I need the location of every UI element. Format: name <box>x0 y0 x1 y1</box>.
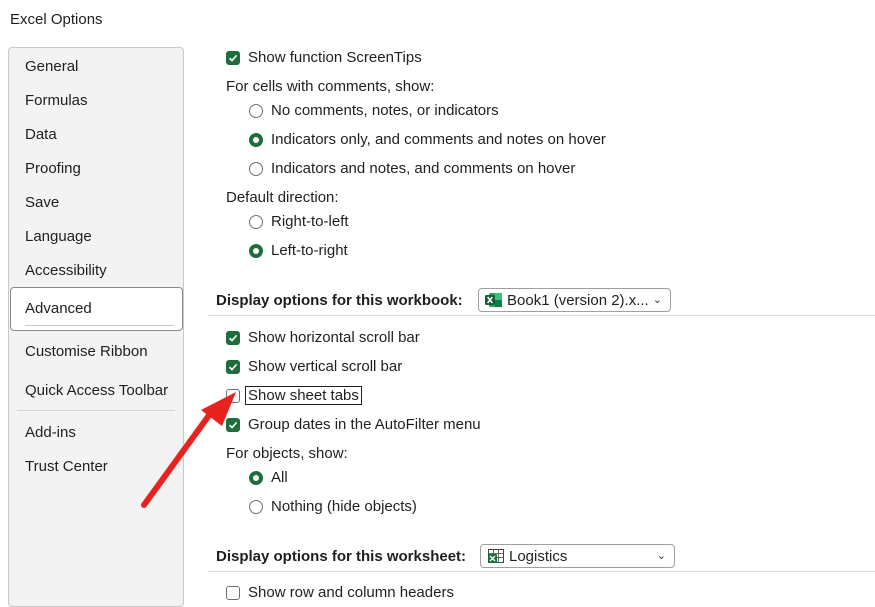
objects-option-all[interactable]: All <box>249 469 288 486</box>
comments-option-indicators-and-notes[interactable]: Indicators and notes, and comments on ho… <box>249 160 575 177</box>
direction-option-ltr[interactable]: Left-to-right <box>249 242 348 259</box>
comments-indicators-and-notes-radio[interactable] <box>249 161 263 176</box>
show-row-column-headers-option[interactable]: Show row and column headers <box>226 584 454 601</box>
direction-option-rtl[interactable]: Right-to-left <box>249 213 349 230</box>
worksheet-section-heading: Display options for this worksheet: <box>216 548 467 565</box>
nav-item-quick-access-toolbar[interactable]: Quick Access Toolbar <box>25 382 168 399</box>
window-title: Excel Options <box>10 11 103 28</box>
section-divider <box>208 315 875 316</box>
show-function-screentips-option[interactable]: Show function ScreenTips <box>226 49 422 66</box>
section-divider <box>208 571 875 572</box>
nav-item-general[interactable]: General <box>25 58 78 75</box>
show-function-screentips-label: Show function ScreenTips <box>248 49 422 66</box>
objects-nothing-radio[interactable] <box>249 499 263 514</box>
show-function-screentips-checkbox[interactable] <box>226 50 240 65</box>
worksheet-selector-dropdown[interactable]: Logistics ⌄ <box>480 544 675 568</box>
comments-option-none[interactable]: No comments, notes, or indicators <box>249 102 499 119</box>
objects-all-label: All <box>271 469 288 486</box>
nav-item-proofing[interactable]: Proofing <box>25 160 81 177</box>
worksheet-selector-value: Logistics <box>509 547 568 565</box>
show-sheet-tabs-label: Show sheet tabs <box>245 386 362 405</box>
show-sheet-tabs-checkbox[interactable] <box>226 388 240 403</box>
workbook-selector-value: Book1 (version 2).x... <box>507 291 649 309</box>
nav-item-advanced-label: Advanced <box>25 300 92 317</box>
workbook-section-heading: Display options for this workbook: <box>216 292 463 309</box>
show-horizontal-scroll-bar-checkbox[interactable] <box>226 330 240 345</box>
group-dates-autofilter-checkbox[interactable] <box>226 417 240 432</box>
comments-group-label: For cells with comments, show: <box>226 78 435 95</box>
nav-item-add-ins[interactable]: Add-ins <box>25 424 76 441</box>
worksheet-grid-icon <box>487 548 505 564</box>
nav-item-formulas[interactable]: Formulas <box>25 92 88 109</box>
nav-item-data[interactable]: Data <box>25 126 57 143</box>
comments-none-radio[interactable] <box>249 103 263 118</box>
show-horizontal-scroll-bar-option[interactable]: Show horizontal scroll bar <box>226 329 420 346</box>
options-navigation: General Formulas Data Proofing Save Lang… <box>8 47 184 607</box>
direction-ltr-radio[interactable] <box>249 243 263 258</box>
show-vertical-scroll-bar-option[interactable]: Show vertical scroll bar <box>226 358 402 375</box>
show-horizontal-scroll-bar-label: Show horizontal scroll bar <box>248 329 420 346</box>
title-bar: Excel Options <box>0 0 875 40</box>
show-sheet-tabs-option[interactable]: Show sheet tabs <box>226 386 362 405</box>
selected-underline <box>25 325 174 326</box>
nav-divider <box>17 410 175 411</box>
comments-none-label: No comments, notes, or indicators <box>271 102 499 119</box>
direction-ltr-label: Left-to-right <box>271 242 348 259</box>
nav-item-language[interactable]: Language <box>25 228 92 245</box>
comments-indicators-only-radio[interactable] <box>249 132 263 147</box>
objects-all-radio[interactable] <box>249 470 263 485</box>
nav-item-save[interactable]: Save <box>25 194 59 211</box>
show-vertical-scroll-bar-checkbox[interactable] <box>226 359 240 374</box>
direction-group-label: Default direction: <box>226 189 339 206</box>
show-row-column-headers-label: Show row and column headers <box>248 584 454 601</box>
direction-rtl-radio[interactable] <box>249 214 263 229</box>
objects-option-nothing[interactable]: Nothing (hide objects) <box>249 498 417 515</box>
comments-indicators-only-label: Indicators only, and comments and notes … <box>271 131 606 148</box>
excel-workbook-icon <box>485 292 503 308</box>
show-row-column-headers-checkbox[interactable] <box>226 585 240 600</box>
chevron-down-icon: ⌄ <box>656 550 666 562</box>
chevron-down-icon: ⌄ <box>652 294 662 306</box>
comments-indicators-and-notes-label: Indicators and notes, and comments on ho… <box>271 160 576 177</box>
workbook-selector-dropdown[interactable]: Book1 (version 2).x... ⌄ <box>478 288 671 312</box>
nav-item-trust-center[interactable]: Trust Center <box>25 458 108 475</box>
nav-item-accessibility[interactable]: Accessibility <box>25 262 107 279</box>
group-dates-autofilter-label: Group dates in the AutoFilter menu <box>248 416 481 433</box>
objects-nothing-label: Nothing (hide objects) <box>271 498 417 515</box>
nav-item-customise-ribbon[interactable]: Customise Ribbon <box>25 343 148 360</box>
show-vertical-scroll-bar-label: Show vertical scroll bar <box>248 358 403 375</box>
objects-group-label: For objects, show: <box>226 445 348 462</box>
direction-rtl-label: Right-to-left <box>271 213 349 230</box>
group-dates-autofilter-option[interactable]: Group dates in the AutoFilter menu <box>226 416 481 433</box>
comments-option-indicators-only[interactable]: Indicators only, and comments and notes … <box>249 131 606 148</box>
nav-item-advanced[interactable]: Advanced <box>10 287 183 331</box>
